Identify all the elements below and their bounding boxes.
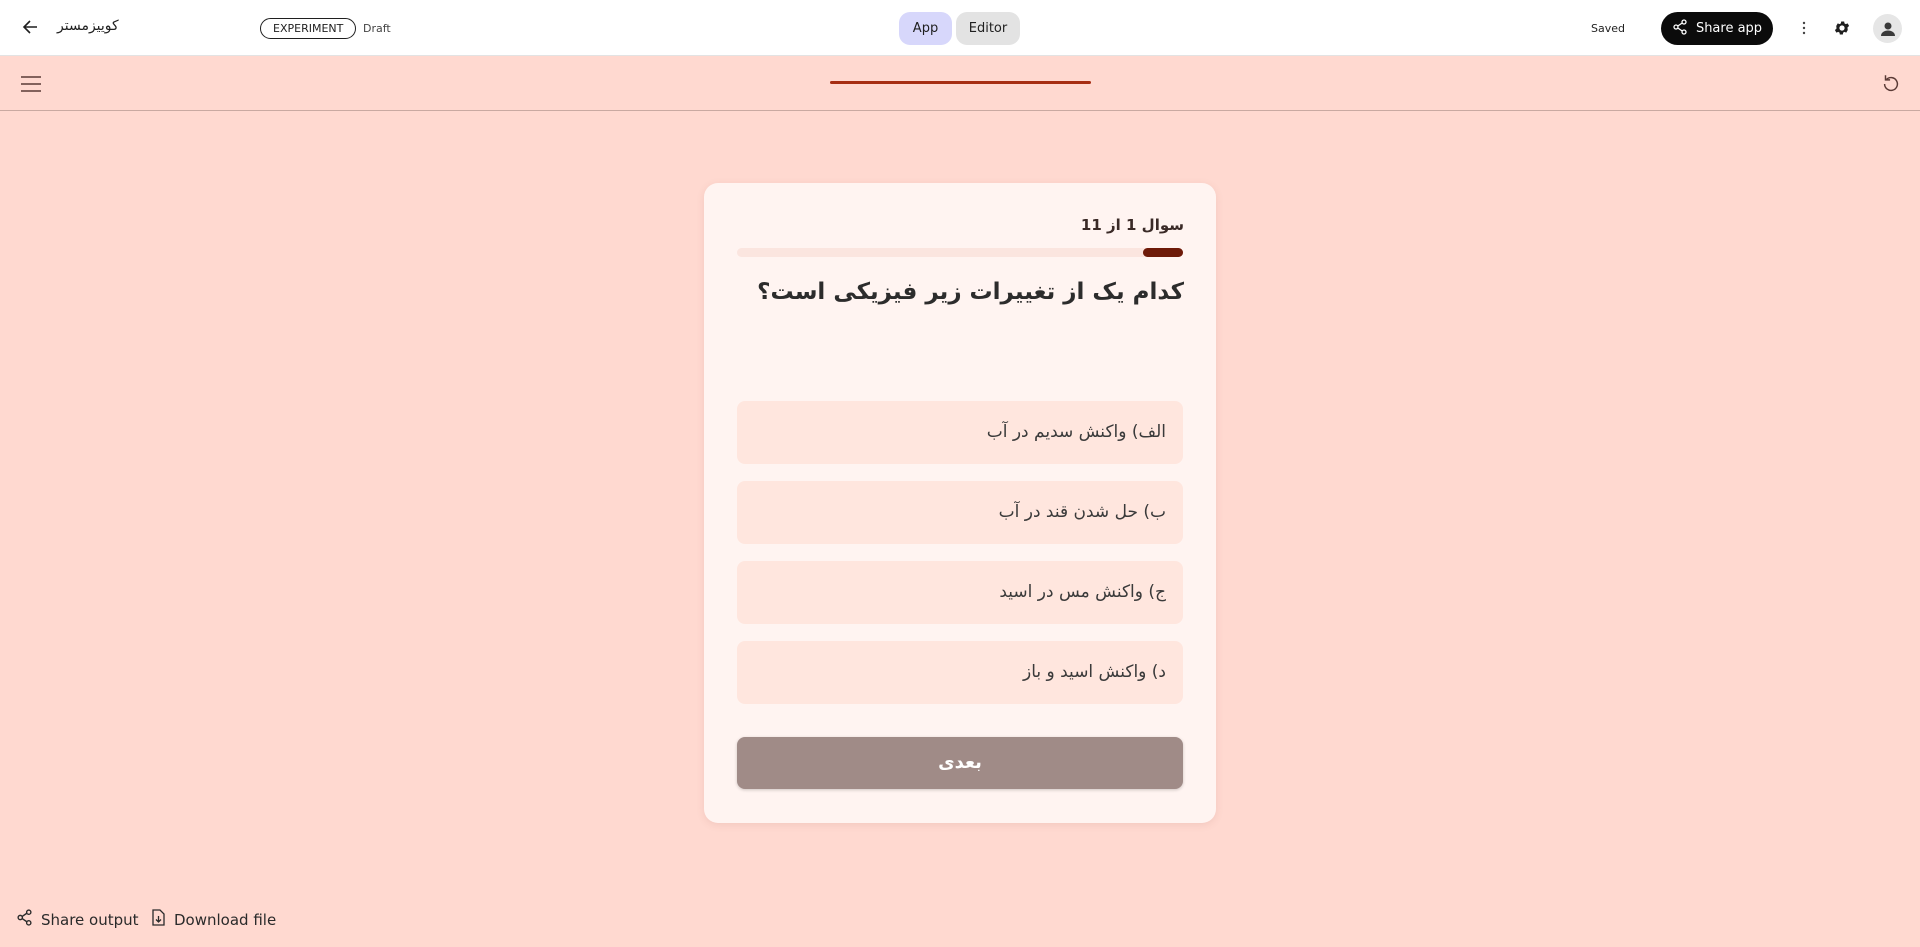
answer-option-c[interactable]: ج) واکنش مس در اسید	[737, 561, 1183, 624]
app-title: کوییزمستر	[57, 18, 119, 34]
mode-toggle: App Editor	[899, 12, 1020, 45]
app-header	[0, 57, 1920, 111]
share-output-button[interactable]: Share output	[16, 909, 139, 930]
save-status: Saved	[1591, 22, 1625, 35]
share-output-label: Share output	[41, 910, 139, 929]
quiz-progress-fill	[1142, 248, 1183, 257]
quiz-progress-track	[737, 248, 1183, 257]
more-vert-icon[interactable]	[1792, 16, 1816, 40]
settings-gear-icon[interactable]	[1830, 16, 1854, 40]
experiment-badge: EXPERIMENT	[260, 18, 357, 39]
next-button[interactable]: بعدی	[737, 737, 1183, 789]
editor-mode-button[interactable]: Editor	[956, 12, 1020, 45]
answer-option-a[interactable]: الف) واکنش سدیم در آب	[737, 401, 1183, 464]
question-counter: سوال 1 از 11	[1080, 216, 1184, 234]
account-avatar[interactable]	[1873, 14, 1902, 43]
top-app-bar: کوییزمستر EXPERIMENT Draft App Editor Sa…	[0, 0, 1920, 56]
header-progress-line	[830, 81, 1091, 84]
share-app-button[interactable]: Share app	[1661, 12, 1773, 45]
share-app-label: Share app	[1695, 21, 1763, 36]
draft-status: Draft	[363, 22, 391, 35]
app-mode-button[interactable]: App	[899, 12, 952, 45]
hamburger-menu-icon[interactable]	[19, 74, 43, 94]
share-icon	[16, 909, 33, 930]
question-text: کدام یک از تغییرات زیر فیزیکی است؟	[757, 279, 1184, 305]
download-file-button[interactable]: Download file	[151, 909, 276, 930]
share-icon	[1672, 18, 1688, 39]
download-file-label: Download file	[174, 910, 277, 929]
answer-option-b[interactable]: ب) حل شدن قند در آب	[737, 481, 1183, 544]
answer-option-d[interactable]: د) واکنش اسید و باز	[737, 641, 1183, 704]
restart-icon[interactable]	[1877, 70, 1905, 98]
quiz-card: سوال 1 از 11 کدام یک از تغییرات زیر فیزی…	[704, 183, 1216, 823]
back-arrow-icon[interactable]	[17, 14, 43, 40]
file-download-icon	[151, 909, 166, 930]
